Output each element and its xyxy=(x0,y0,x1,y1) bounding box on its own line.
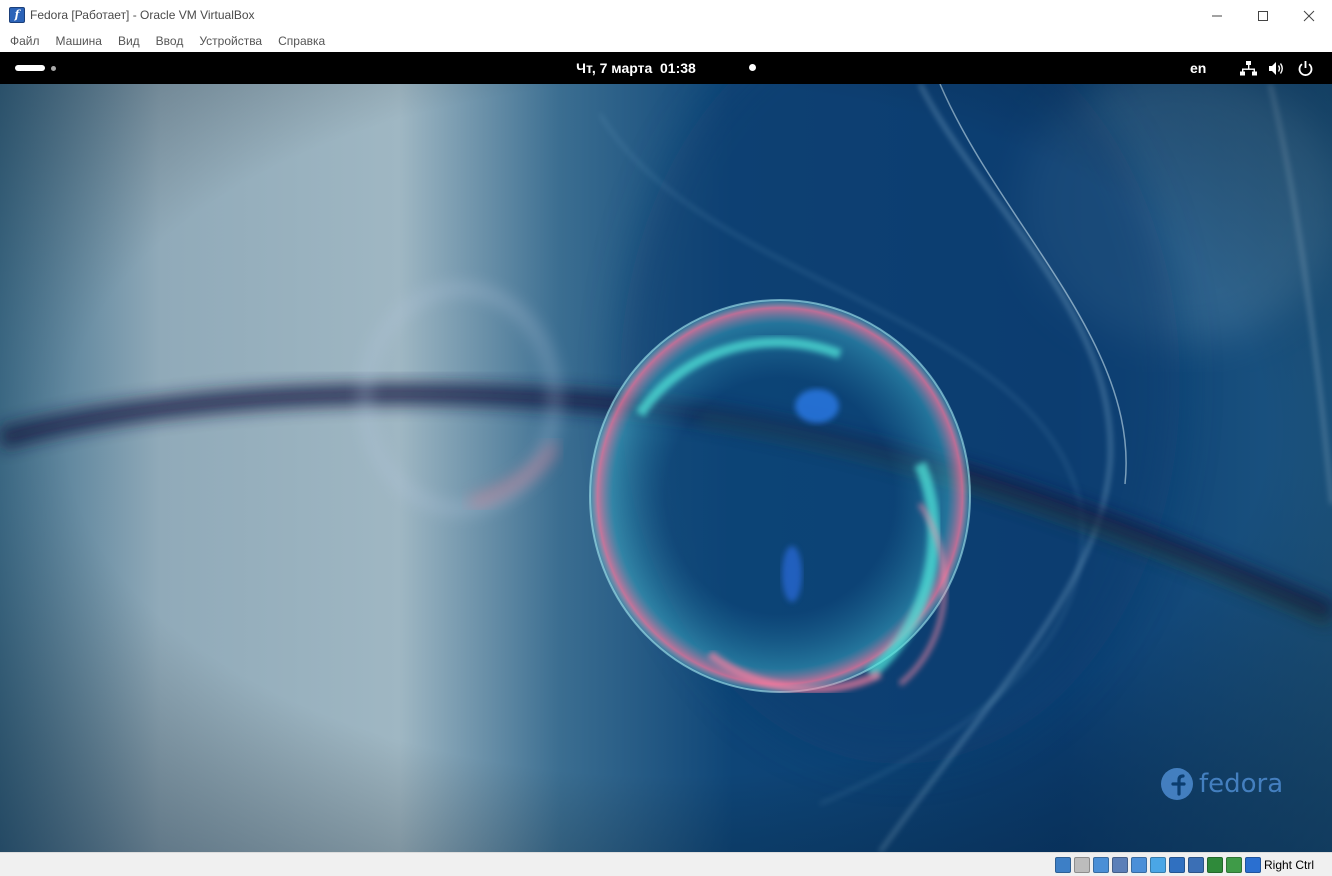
maximize-icon xyxy=(1258,10,1268,21)
desktop-wallpaper: fedora xyxy=(0,84,1332,852)
host-key-label: Right Ctrl xyxy=(1264,858,1315,872)
vm-display[interactable]: Чт, 7 марта 01:38 en fedora xyxy=(0,52,1332,852)
menu-help[interactable]: Справка xyxy=(270,31,333,52)
virtualbox-app-icon[interactable]: f xyxy=(9,7,25,23)
audio-icon[interactable] xyxy=(1093,857,1109,873)
menu-file[interactable]: Файл xyxy=(2,31,48,52)
device-status-icons xyxy=(1055,857,1261,873)
cpu-icon[interactable] xyxy=(1207,857,1223,873)
window-title: Fedora [Работает] - Oracle VM VirtualBox xyxy=(30,8,255,22)
gnome-top-bar: Чт, 7 марта 01:38 en xyxy=(0,52,1332,84)
mouse-integration-icon[interactable] xyxy=(1226,857,1242,873)
keyboard-layout-indicator[interactable]: en xyxy=(1190,52,1206,84)
fedora-wordmark: fedora xyxy=(1199,769,1284,799)
close-icon xyxy=(1303,10,1315,21)
hard-disk-icon[interactable] xyxy=(1055,857,1071,873)
menu-devices[interactable]: Устройства xyxy=(191,31,270,52)
shared-folders-icon[interactable] xyxy=(1150,857,1166,873)
display-icon[interactable] xyxy=(1169,857,1185,873)
maximize-button[interactable] xyxy=(1240,0,1286,31)
network-adapter-icon[interactable] xyxy=(1112,857,1128,873)
close-button[interactable] xyxy=(1286,0,1332,31)
network-icon[interactable] xyxy=(1240,60,1257,77)
usb-icon[interactable] xyxy=(1131,857,1147,873)
menu-machine[interactable]: Машина xyxy=(48,31,110,52)
date-time-clock[interactable]: Чт, 7 марта 01:38 xyxy=(0,52,1332,84)
video-capture-icon[interactable] xyxy=(1188,857,1204,873)
window-titlebar: f Fedora [Работает] - Oracle VM VirtualB… xyxy=(0,0,1332,31)
menu-view[interactable]: Вид xyxy=(110,31,148,52)
wallpaper-bubble-image xyxy=(0,84,1332,852)
minimize-icon xyxy=(1212,15,1222,16)
power-icon[interactable] xyxy=(1297,60,1314,77)
vbox-status-bar: Right Ctrl xyxy=(0,852,1332,876)
fedora-logo: fedora xyxy=(1160,767,1283,801)
menu-bar: Файл Машина Вид Ввод Устройства Справка xyxy=(0,31,1332,52)
keyboard-capture-icon[interactable] xyxy=(1245,857,1261,873)
notification-dot xyxy=(749,64,756,71)
minimize-button[interactable] xyxy=(1194,0,1240,31)
volume-icon[interactable] xyxy=(1268,60,1285,77)
menu-input[interactable]: Ввод xyxy=(148,31,192,52)
optical-drive-icon[interactable] xyxy=(1074,857,1090,873)
fedora-logo-icon xyxy=(1161,768,1193,800)
